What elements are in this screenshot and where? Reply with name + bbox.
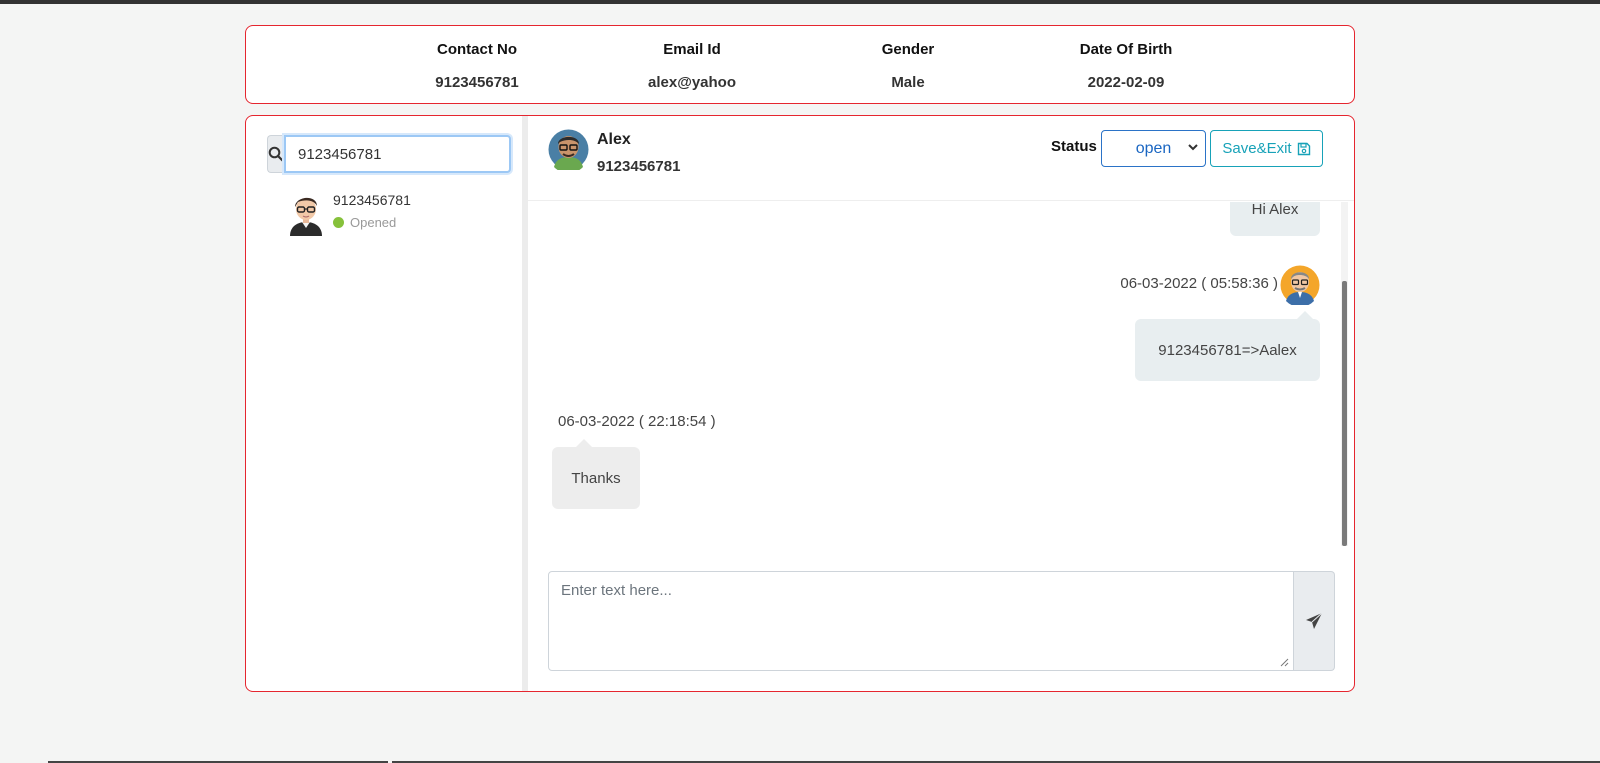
search-input[interactable]: [284, 135, 511, 173]
message-composer: [548, 571, 1335, 671]
message-text: Thanks: [571, 469, 621, 487]
message-text: Hi Alex: [1251, 202, 1299, 218]
search-icon: [268, 146, 284, 162]
chat-user-avatar: [548, 129, 589, 170]
save-exit-button[interactable]: Save&Exit: [1210, 130, 1323, 167]
incoming-message: Thanks: [552, 447, 640, 509]
dob-column: Date Of Birth 2022-02-09: [1026, 40, 1226, 93]
message-timestamp: 06-03-2022 ( 05:58:36 ): [1120, 275, 1278, 292]
contact-status: Opened: [333, 215, 396, 230]
status-select[interactable]: open: [1101, 130, 1206, 167]
resize-grip-icon[interactable]: [1279, 657, 1289, 667]
outgoing-message: 9123456781=>Aalex: [1135, 319, 1320, 381]
chat-header: Alex 9123456781 Status open Save&Exit: [528, 116, 1354, 201]
message-input[interactable]: [548, 571, 1294, 671]
contact-no-column: Contact No 9123456781: [377, 40, 577, 93]
contact-status-label: Opened: [350, 215, 397, 230]
conversation-area: Alex 9123456781 Status open Save&Exit Hi…: [528, 116, 1354, 691]
contact-no-value: 9123456781: [435, 74, 519, 91]
bubble-pointer: [1297, 311, 1313, 319]
status-label: Status: [1051, 138, 1097, 155]
customer-info-panel: Contact No 9123456781 Email Id alex@yaho…: [245, 25, 1355, 104]
agent-avatar: [1280, 265, 1320, 305]
contact-no-label: Contact No: [437, 41, 517, 58]
chat-user-name: Alex: [597, 131, 631, 148]
dob-value: 2022-02-09: [1087, 74, 1165, 91]
search-group: [267, 135, 511, 173]
message-text: 9123456781=>Aalex: [1158, 341, 1297, 359]
save-exit-label: Save&Exit: [1222, 140, 1292, 157]
gender-column: Gender Male: [808, 40, 1008, 93]
send-button[interactable]: [1294, 571, 1335, 671]
contacts-sidebar: 9123456781 Opened: [246, 116, 522, 691]
email-column: Email Id alex@yahoo: [592, 40, 792, 93]
message-scrollbar-thumb[interactable]: [1342, 281, 1347, 546]
email-value: alex@yahoo: [648, 74, 736, 91]
message-list: Hi Alex 06-03-2022 ( 05:58:36 ) 91234567…: [528, 202, 1341, 546]
bubble-pointer: [576, 439, 592, 447]
save-icon: [1297, 142, 1310, 155]
top-bar: [0, 0, 1600, 4]
chevron-down-icon: [1188, 144, 1198, 151]
outgoing-message: Hi Alex: [1230, 202, 1320, 236]
dob-label: Date Of Birth: [1079, 41, 1173, 58]
gender-value: Male: [891, 74, 925, 91]
message-timestamp: 06-03-2022 ( 22:18:54 ): [558, 413, 716, 430]
status-select-value: open: [1135, 139, 1172, 157]
contact-name: 9123456781: [333, 192, 411, 208]
contact-list-item[interactable]: 9123456781 Opened: [284, 190, 504, 240]
chat-panel: 9123456781 Opened Alex 9123456781 Status: [245, 115, 1355, 692]
online-status-dot: [333, 217, 344, 228]
search-button[interactable]: [267, 135, 284, 173]
contact-avatar: [290, 197, 322, 236]
email-label: Email Id: [663, 41, 721, 58]
send-icon: [1306, 612, 1323, 629]
gender-label: Gender: [881, 41, 935, 58]
chat-user-phone: 9123456781: [597, 158, 681, 175]
